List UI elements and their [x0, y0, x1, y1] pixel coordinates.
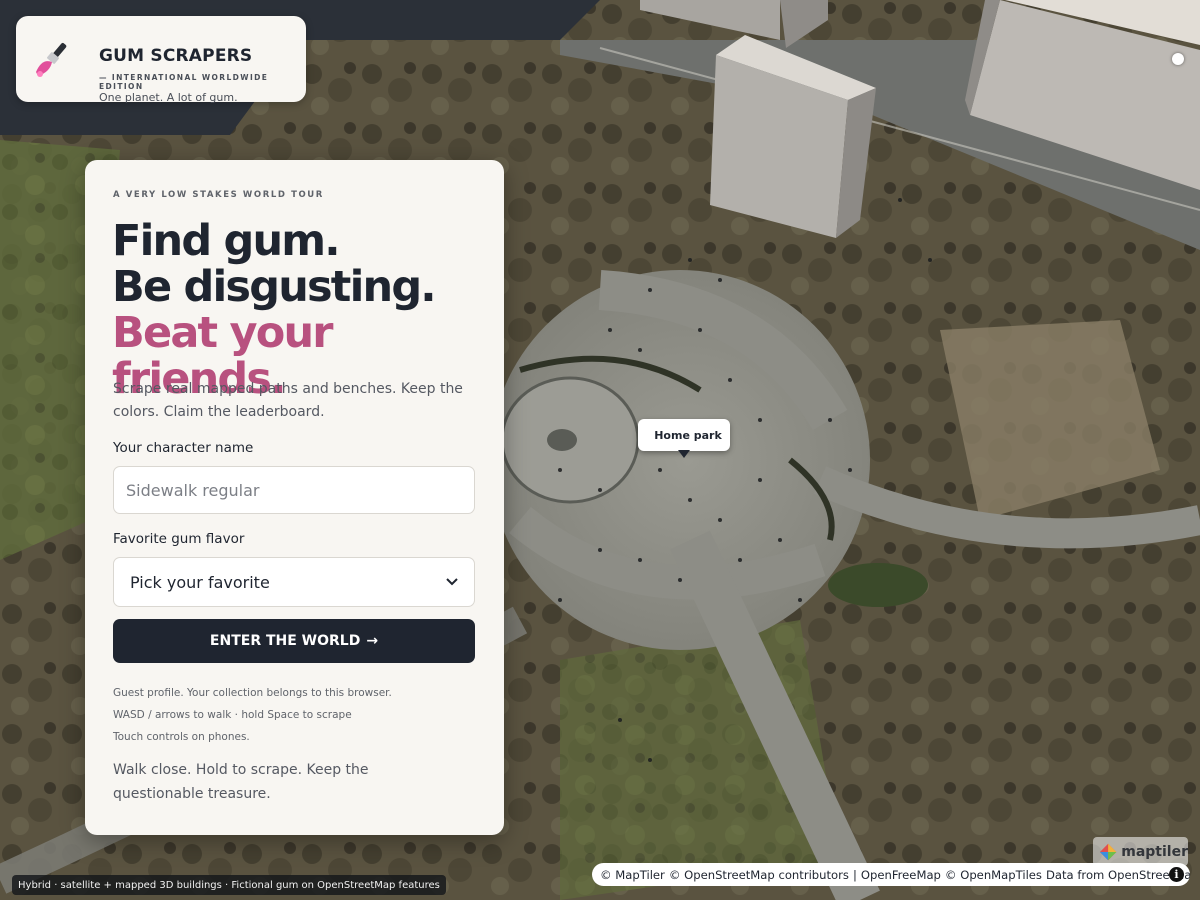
controls-note: WASD / arrows to walk · hold Space to sc… — [113, 709, 352, 721]
arrow-right-icon: → — [366, 633, 379, 649]
map-attribution: © MapTiler © OpenStreetMap contributors … — [592, 863, 1190, 886]
eyebrow-text: A VERY LOW STAKES WORLD TOUR — [113, 190, 324, 200]
info-icon[interactable]: i — [1169, 867, 1184, 882]
gum-flavor-selected: Pick your favorite — [130, 572, 270, 592]
closing-text: Walk close. Hold to scrape. Keep the que… — [113, 762, 369, 802]
maptiler-logo-text: maptiler — [1121, 843, 1188, 860]
edition-subtitle: — INTERNATIONAL WORLDWIDE EDITION — [99, 73, 269, 91]
marker-pointer — [678, 450, 690, 458]
hero-line-2: Be disgusting. — [112, 262, 437, 312]
attribution-maptiler-link[interactable]: © MapTiler — [600, 868, 665, 882]
tagline: One planet. A lot of gum. — [99, 91, 238, 104]
maptiler-logo-icon — [1099, 843, 1117, 860]
marker-label: Home park — [654, 428, 722, 442]
hero-line-1: Find gum. — [112, 216, 341, 266]
welcome-panel: A VERY LOW STAKES WORLD TOUR Find gum. B… — [85, 160, 504, 835]
home-park-marker[interactable]: Home park — [638, 419, 730, 458]
gum-flavor-select[interactable]: Pick your favorite — [113, 557, 475, 607]
character-name-input[interactable] — [113, 466, 475, 514]
character-name-label: Your character name — [113, 440, 254, 456]
attribution-openmaptiles-link[interactable]: © OpenMapTiles — [945, 868, 1042, 882]
attribution-openfreemap-link[interactable]: OpenFreeMap — [861, 868, 941, 882]
layer-description: Hybrid · satellite + mapped 3D buildings… — [12, 875, 446, 895]
attribution-osm-link[interactable]: © OpenStreetMap contributors — [669, 868, 849, 882]
chevron-down-icon — [446, 578, 458, 586]
touch-note: Touch controls on phones. — [113, 731, 250, 743]
guest-profile-note: Guest profile. Your collection belongs t… — [113, 687, 392, 699]
hero-heading: Find gum. Be disgusting. Beat your frien… — [112, 218, 504, 402]
maptiler-logo[interactable]: maptiler — [1093, 837, 1188, 866]
gum-flavor-label: Favorite gum flavor — [113, 531, 245, 547]
attribution-separator: | — [852, 867, 857, 882]
enter-world-button[interactable]: ENTER THE WORLD → — [113, 619, 475, 663]
app-title: GUM SCRAPERS — [99, 46, 253, 66]
map-control-dot[interactable] — [1172, 53, 1184, 65]
intro-blurb: Scrape real mapped paths and benches. Ke… — [113, 381, 463, 420]
brand-card: GUM SCRAPERS — INTERNATIONAL WORLDWIDE E… — [16, 16, 306, 104]
paint-scraper-icon — [36, 42, 67, 77]
enter-world-label: ENTER THE WORLD — [209, 633, 361, 649]
